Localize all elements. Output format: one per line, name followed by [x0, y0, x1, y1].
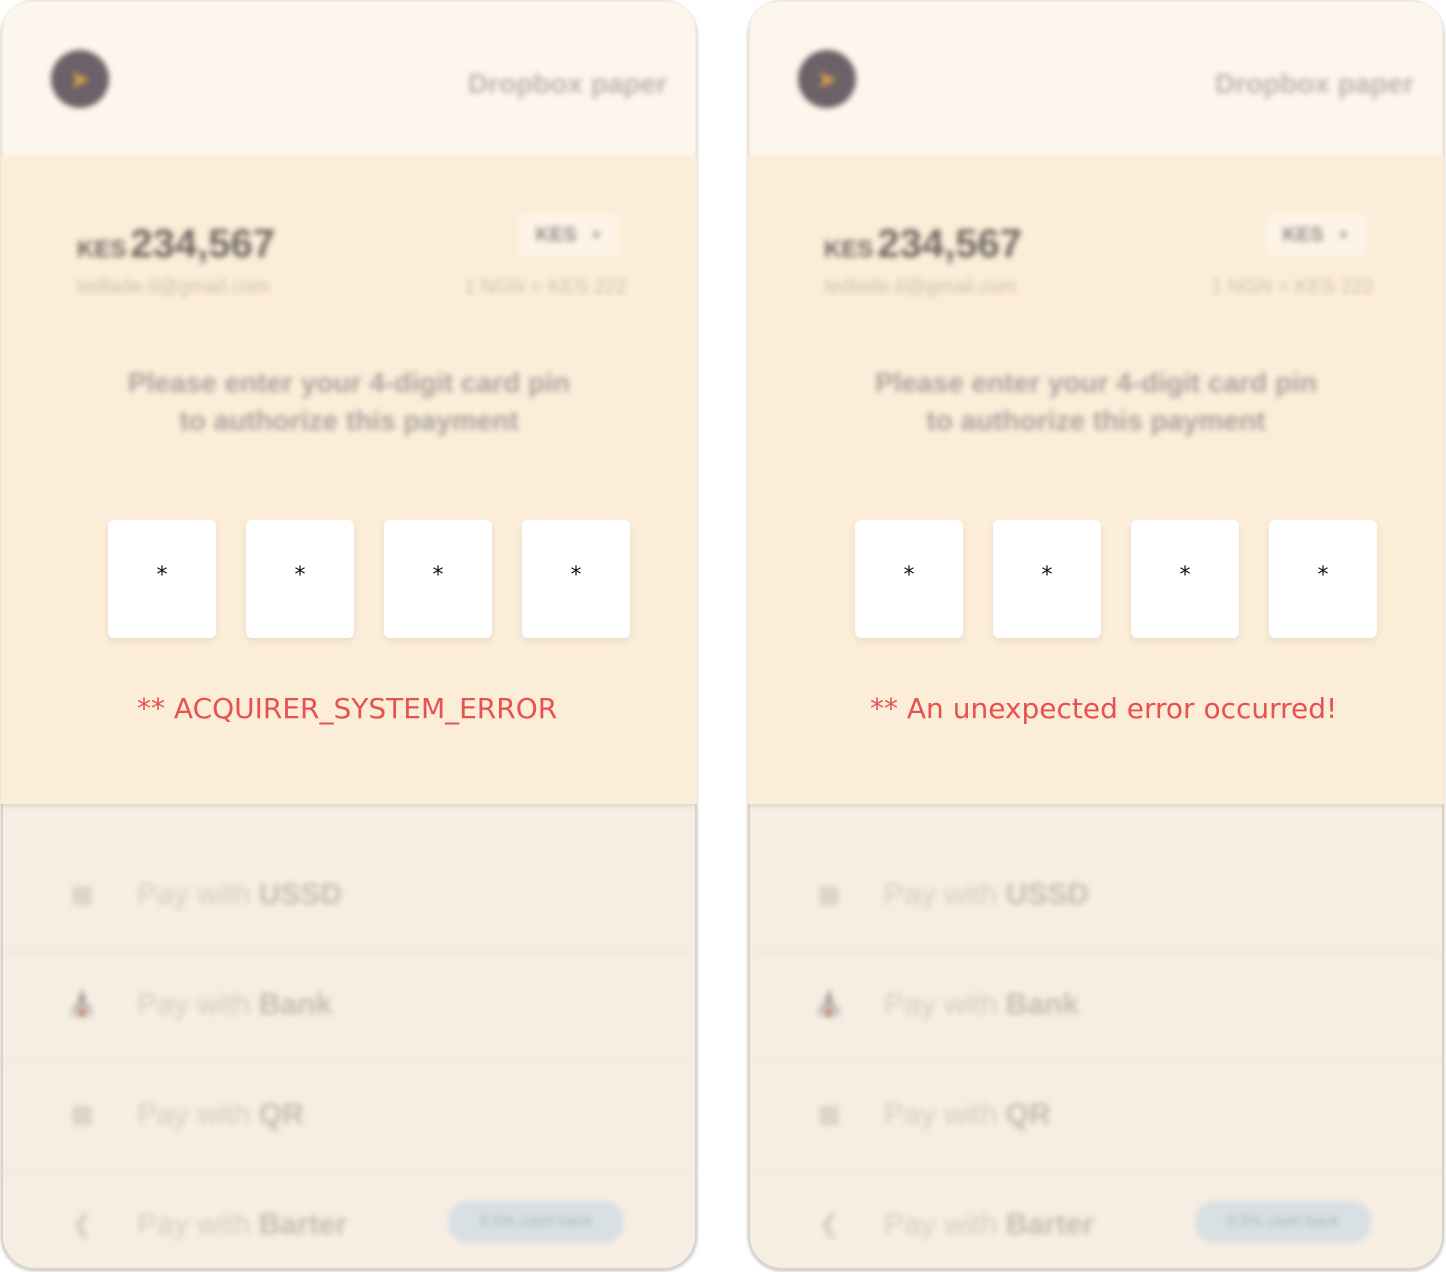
- merchant-name: Dropbox paper: [467, 68, 667, 99]
- payment-methods: ▦ Pay with USSD ⛪ Pay with Bank ▩ Pay wi…: [1, 804, 697, 1270]
- pin-digit-input[interactable]: *: [1131, 520, 1239, 638]
- pin-prompt-line-1: Please enter your 4-digit card pin: [128, 367, 570, 398]
- pin-digit-input[interactable]: *: [108, 520, 216, 638]
- amount-currency: KES: [824, 236, 874, 263]
- exchange-rate: 1 NGN = KES 222: [1211, 276, 1374, 298]
- pin-prompt-line-2: to authorize this payment: [179, 405, 519, 436]
- method-barter[interactable]: ❮ Pay with Barter 0.5% cash back: [1, 1172, 697, 1270]
- pin-digit-input[interactable]: *: [522, 520, 630, 638]
- method-prefix: Pay with: [137, 1208, 251, 1241]
- pin-digit-input[interactable]: *: [246, 520, 354, 638]
- amount-value: 234,567: [877, 222, 1022, 266]
- currency-select[interactable]: KES ▼: [519, 214, 619, 256]
- method-qr[interactable]: ▩ Pay with QR: [748, 1062, 1444, 1173]
- method-bank[interactable]: ⛪ Pay with Bank: [1, 952, 697, 1063]
- pin-prompt: Please enter your 4-digit card pin to au…: [748, 364, 1444, 440]
- method-prefix: Pay with: [137, 988, 251, 1021]
- pin-prompt-line-1: Please enter your 4-digit card pin: [875, 367, 1317, 398]
- pin-section: KES 234,567 tedlade.tl@gmail.com KES ▼ 1 …: [748, 156, 1444, 804]
- method-name: Barter: [1005, 1208, 1095, 1241]
- cashback-badge: 0.5% cash back: [449, 1202, 623, 1242]
- method-name: QR: [1005, 1098, 1051, 1131]
- method-ussd[interactable]: ▦ Pay with USSD: [748, 842, 1444, 953]
- currency-select[interactable]: KES ▼: [1266, 214, 1366, 256]
- amount-value: 234,567: [130, 222, 275, 266]
- method-prefix: Pay with: [884, 878, 998, 911]
- exchange-rate: 1 NGN = KES 222: [464, 276, 627, 298]
- pin-inputs: * * * *: [108, 520, 630, 638]
- pin-digit-input[interactable]: *: [993, 520, 1101, 638]
- payment-panel-right: ➤ Dropbox paper KES 234,567 tedlade.tl@gm…: [748, 0, 1444, 1270]
- method-bank[interactable]: ⛪ Pay with Bank: [748, 952, 1444, 1063]
- method-prefix: Pay with: [884, 1208, 998, 1241]
- chevron-down-icon: ▼: [1337, 228, 1350, 242]
- qr-icon: ▩: [817, 1101, 841, 1128]
- merchant-name: Dropbox paper: [1214, 68, 1414, 99]
- qr-icon: ▩: [70, 1101, 94, 1128]
- amount: KES 234,567: [77, 222, 275, 267]
- amount: KES 234,567: [824, 222, 1022, 267]
- pin-prompt: Please enter your 4-digit card pin to au…: [1, 364, 697, 440]
- method-ussd[interactable]: ▦ Pay with USSD: [1, 842, 697, 953]
- ussd-icon: ▦: [70, 881, 94, 908]
- bank-icon: ⛪: [67, 991, 97, 1018]
- method-name: USSD: [1005, 878, 1090, 911]
- pin-inputs: * * * *: [855, 520, 1377, 638]
- payment-panel-left: ➤ Dropbox paper KES 234,567 tedlade.tl@gm…: [1, 0, 697, 1270]
- customer-email: tedlade.tl@gmail.com: [77, 276, 270, 298]
- ussd-icon: ▦: [817, 881, 841, 908]
- error-message: ** ACQUIRER_SYSTEM_ERROR: [137, 692, 558, 725]
- method-name: USSD: [258, 878, 343, 911]
- payment-methods: ▦ Pay with USSD ⛪ Pay with Bank ▩ Pay wi…: [748, 804, 1444, 1270]
- chevron-down-icon: ▼: [590, 228, 603, 242]
- method-barter[interactable]: ❮ Pay with Barter 0.5% cash back: [748, 1172, 1444, 1270]
- method-prefix: Pay with: [137, 1098, 251, 1131]
- currency-select-value: KES: [1282, 223, 1324, 246]
- currency-select-value: KES: [535, 223, 577, 246]
- merchant-logo-icon: ➤: [51, 50, 109, 108]
- pin-prompt-line-2: to authorize this payment: [926, 405, 1266, 436]
- bank-icon: ⛪: [814, 991, 844, 1018]
- method-qr[interactable]: ▩ Pay with QR: [1, 1062, 697, 1173]
- barter-icon: ❮: [818, 1211, 840, 1238]
- merchant-logo-icon: ➤: [798, 50, 856, 108]
- header: ➤ Dropbox paper: [1, 0, 697, 156]
- method-name: Bank: [258, 988, 333, 1021]
- method-prefix: Pay with: [137, 878, 251, 911]
- amount-currency: KES: [77, 236, 127, 263]
- method-name: Barter: [258, 1208, 348, 1241]
- customer-email: tedlade.tl@gmail.com: [824, 276, 1017, 298]
- pin-digit-input[interactable]: *: [1269, 520, 1377, 638]
- barter-icon: ❮: [71, 1211, 93, 1238]
- pin-digit-input[interactable]: *: [855, 520, 963, 638]
- error-message: ** An unexpected error occurred!: [870, 692, 1338, 725]
- method-prefix: Pay with: [884, 988, 998, 1021]
- method-name: QR: [258, 1098, 304, 1131]
- cashback-badge: 0.5% cash back: [1196, 1202, 1370, 1242]
- method-name: Bank: [1005, 988, 1080, 1021]
- method-prefix: Pay with: [884, 1098, 998, 1131]
- pin-digit-input[interactable]: *: [384, 520, 492, 638]
- header: ➤ Dropbox paper: [748, 0, 1444, 156]
- pin-section: KES 234,567 tedlade.tl@gmail.com KES ▼ 1 …: [1, 156, 697, 804]
